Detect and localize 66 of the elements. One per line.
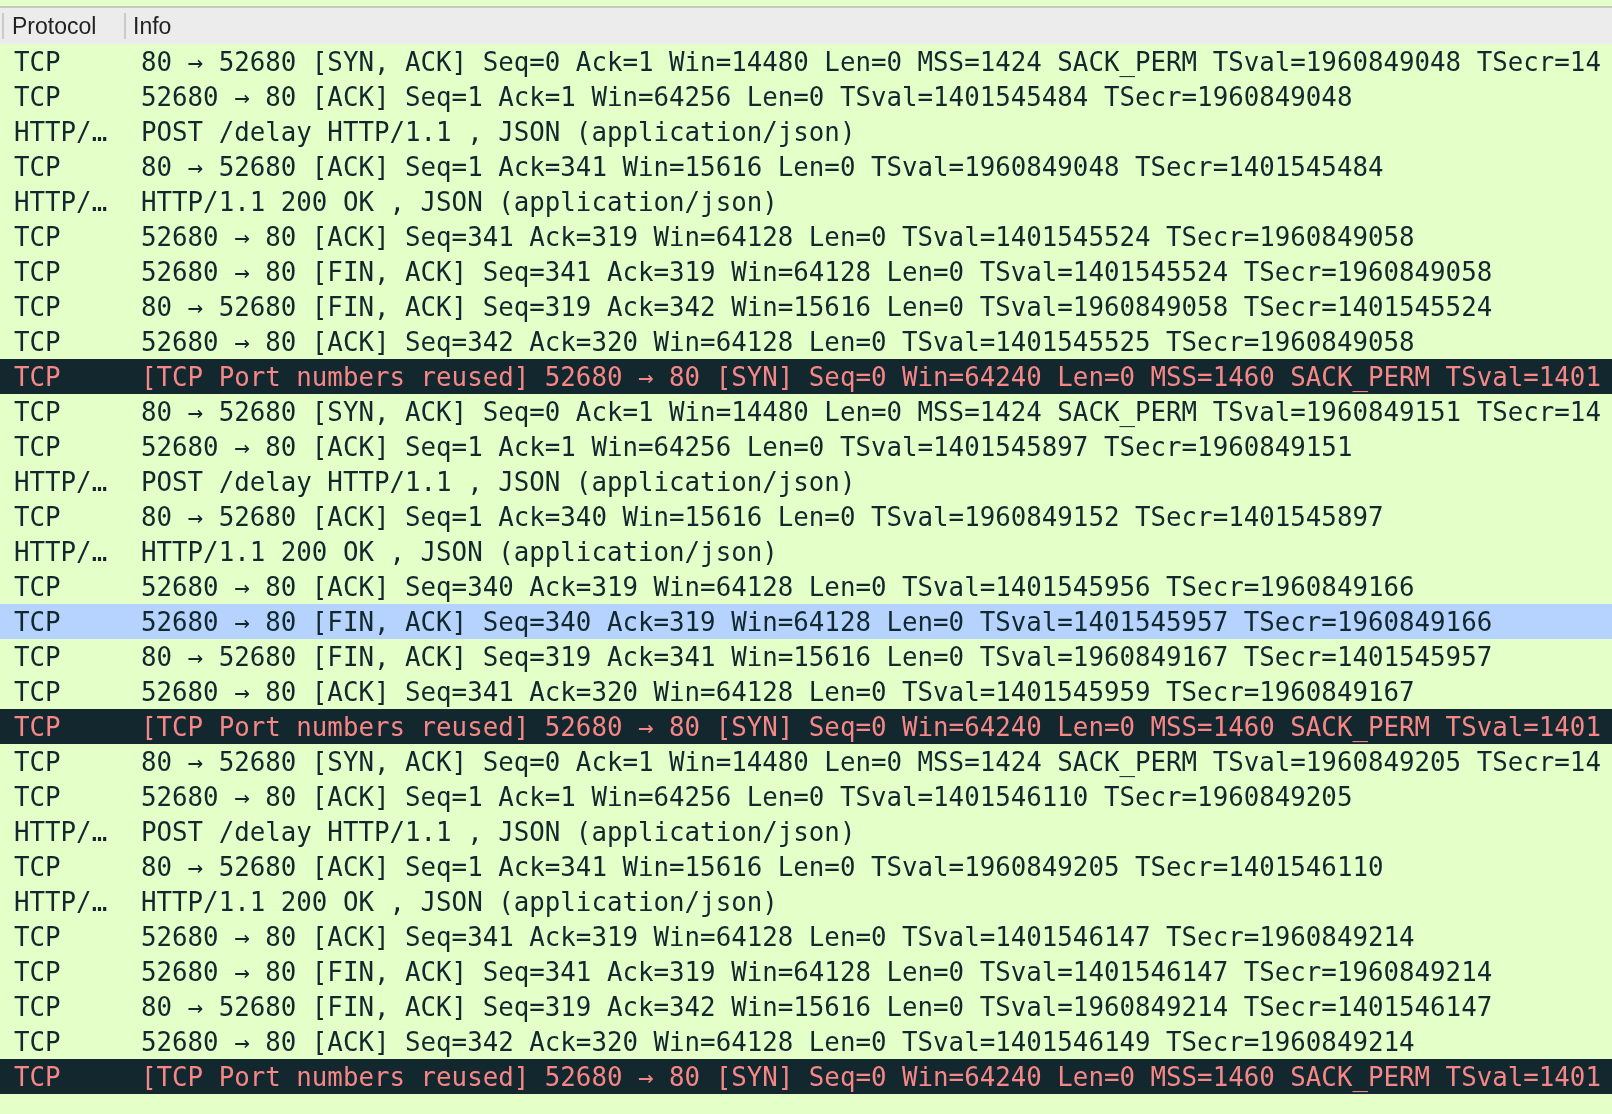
protocol-cell-text: TCP [13,81,62,112]
column-header[interactable]: Protocol [2,13,124,39]
info-cell: 52680 → 80 [FIN, ACK] Seq=340 Ack=319 Win=64128 Len=0 TSval=1401545957 TSecr=1960849166 [141,606,1493,637]
info-cell: [TCP Port numbers reused] 52680 → 80 [SYN] Seq=0 Win=64240 Len=0 MSS=1460 SACK_PERM TSval=1401 [141,711,1601,742]
info-cell: 52680 → 80 [ACK] Seq=340 Ack=319 Win=64128 Len=0 TSval=1401545956 TSecr=1960849166 [141,571,1415,602]
info-cell: 52680 → 80 [ACK] Seq=341 Ack=320 Win=64128 Len=0 TSval=1401545959 TSecr=1960849167 [141,676,1415,707]
protocol-cell-text: TCP [13,256,62,287]
protocol-cell-text: TCP [13,571,62,602]
column-header[interactable]: Info [124,13,172,39]
info-cell: 52680 → 80 [ACK] Seq=342 Ack=320 Win=64128 Len=0 TSval=1401546149 TSecr=1960849214 [141,1026,1415,1057]
info-cell: HTTP/1.1 200 OK , JSON (application/json) [141,886,778,917]
protocol-cell-text: TCP [13,606,62,637]
packet-row[interactable]: TCP [TCP Port numbers reused] 52680 → 80 [SYN] Seq=0 Win=64240 Len=0 MSS=1460 SACK_PERM TSval=1401 [0,359,1612,394]
info-cell: 80 → 52680 [SYN, ACK] Seq=0 Ack=1 Win=14480 Len=0 MSS=1424 SACK_PERM TSval=1960849048 TSecr=14 [141,46,1601,77]
info-cell: 52680 → 80 [ACK] Seq=341 Ack=319 Win=64128 Len=0 TSval=1401546147 TSecr=1960849214 [141,921,1415,952]
info-cell: 80 → 52680 [FIN, ACK] Seq=319 Ack=342 Win=15616 Len=0 TSval=1960849058 TSecr=1401545524 [141,291,1493,322]
info-cell: 52680 → 80 [FIN, ACK] Seq=341 Ack=319 Win=64128 Len=0 TSval=1401545524 TSecr=1960849058 [141,256,1493,287]
protocol-cell-text: TCP [13,1061,62,1092]
info-cell: 80 → 52680 [ACK] Seq=1 Ack=341 Win=15616 Len=0 TSval=1960849048 TSecr=1401545484 [141,151,1384,182]
info-cell: POST /delay HTTP/1.1 , JSON (application/json) [141,116,856,147]
info-cell: 52680 → 80 [ACK] Seq=1 Ack=1 Win=64256 Len=0 TSval=1401545897 TSecr=1960849151 [141,431,1353,462]
protocol-cell-text: TCP [13,221,62,252]
info-cell: 52680 → 80 [ACK] Seq=1 Ack=1 Win=64256 Len=0 TSval=1401546110 TSecr=1960849205 [141,781,1353,812]
protocol-cell-text: HTTP/… [13,816,109,847]
protocol-cell-text: HTTP/… [13,536,109,567]
protocol-cell-text: TCP [13,921,62,952]
info-cell: HTTP/1.1 200 OK , JSON (application/json) [141,186,778,217]
protocol-cell-text: TCP [13,396,62,427]
info-cell: [TCP Port numbers reused] 52680 → 80 [SYN] Seq=0 Win=64240 Len=0 MSS=1460 SACK_PERM TSval=1401 [141,1061,1601,1092]
packet-row[interactable]: TCP [TCP Port numbers reused] 52680 → 80 [SYN] Seq=0 Win=64240 Len=0 MSS=1460 SACK_PERM TSval=1401 [0,1059,1612,1094]
selected-packet-row[interactable]: TCP 52680 → 80 [FIN, ACK] Seq=340 Ack=319 Win=64128 Len=0 TSval=1401545957 TSecr=1960849166 [0,604,1612,639]
info-cell: POST /delay HTTP/1.1 , JSON (application/json) [141,466,856,497]
protocol-cell-text: TCP [13,641,62,672]
info-cell: 80 → 52680 [FIN, ACK] Seq=319 Ack=342 Win=15616 Len=0 TSval=1960849214 TSecr=1401546147 [141,991,1493,1022]
protocol-cell-text: TCP [13,851,62,882]
protocol-cell-text: TCP [13,781,62,812]
protocol-cell-text: TCP [13,431,62,462]
info-cell: [TCP Port numbers reused] 52680 → 80 [SYN] Seq=0 Win=64240 Len=0 MSS=1460 SACK_PERM TSval=1401 [141,361,1601,392]
protocol-cell-text: TCP [13,46,62,77]
protocol-cell-text: TCP [13,361,62,392]
info-cell: 80 → 52680 [ACK] Seq=1 Ack=340 Win=15616 Len=0 TSval=1960849152 TSecr=1401545897 [141,501,1384,532]
protocol-cell-text: TCP [13,676,62,707]
protocol-cell-text: TCP [13,501,62,532]
info-cell: POST /delay HTTP/1.1 , JSON (application/json) [141,816,856,847]
protocol-cell-text: TCP [13,711,62,742]
protocol-cell-text: TCP [13,746,62,777]
protocol-cell-text: HTTP/… [13,466,109,497]
info-cell: 52680 → 80 [ACK] Seq=342 Ack=320 Win=64128 Len=0 TSval=1401545525 TSecr=1960849058 [141,326,1415,357]
protocol-cell-text: TCP [13,291,62,322]
info-cell: 80 → 52680 [ACK] Seq=1 Ack=341 Win=15616 Len=0 TSval=1960849205 TSecr=1401546110 [141,851,1384,882]
info-cell: 80 → 52680 [FIN, ACK] Seq=319 Ack=341 Win=15616 Len=0 TSval=1960849167 TSecr=1401545957 [141,641,1493,672]
info-cell: 52680 → 80 [ACK] Seq=341 Ack=319 Win=64128 Len=0 TSval=1401545524 TSecr=1960849058 [141,221,1415,252]
info-cell: HTTP/1.1 200 OK , JSON (application/json) [141,536,778,567]
protocol-cell-text: TCP [13,151,62,182]
info-cell: 80 → 52680 [SYN, ACK] Seq=0 Ack=1 Win=14480 Len=0 MSS=1424 SACK_PERM TSval=1960849151 TSecr=14 [141,396,1601,427]
protocol-cell-text: TCP [13,956,62,987]
info-cell: 52680 → 80 [FIN, ACK] Seq=341 Ack=319 Win=64128 Len=0 TSval=1401546147 TSecr=1960849214 [141,956,1493,987]
protocol-cell-text: HTTP/… [13,116,109,147]
protocol-cell-text: HTTP/… [13,186,109,217]
protocol-cell-text: TCP [13,326,62,357]
protocol-cell-text: HTTP/… [13,886,109,917]
protocol-cell-text: TCP [13,1026,62,1057]
info-cell: 52680 → 80 [ACK] Seq=1 Ack=1 Win=64256 Len=0 TSval=1401545484 TSecr=1960849048 [141,81,1353,112]
protocol-cell-text: TCP [13,991,62,1022]
packet-row[interactable]: TCP [TCP Port numbers reused] 52680 → 80 [SYN] Seq=0 Win=64240 Len=0 MSS=1460 SACK_PERM TSval=1401 [0,709,1612,744]
info-cell: 80 → 52680 [SYN, ACK] Seq=0 Ack=1 Win=14480 Len=0 MSS=1424 SACK_PERM TSval=1960849205 TSecr=14 [141,746,1601,777]
